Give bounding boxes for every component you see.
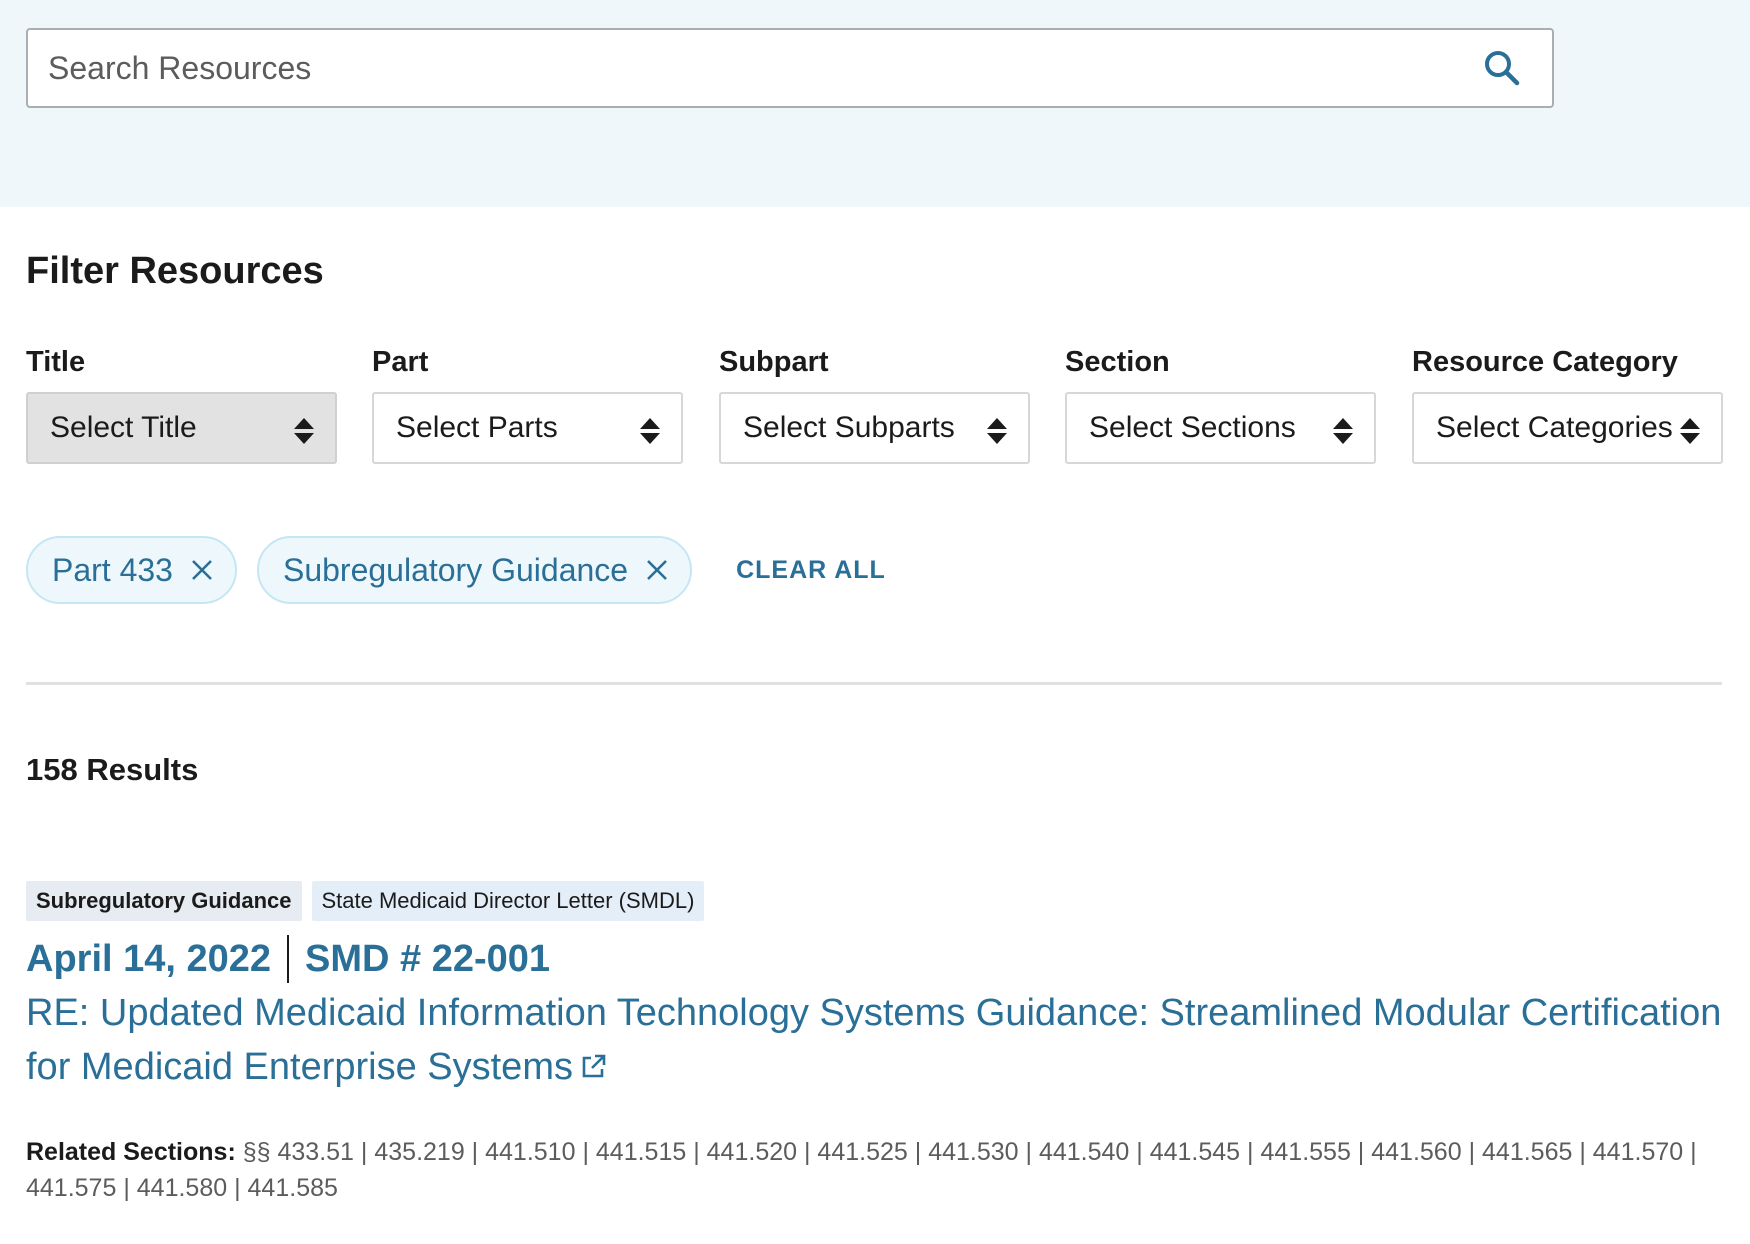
search-band <box>0 0 1750 207</box>
related-section-link[interactable]: 441.565 <box>1482 1138 1572 1166</box>
subpart-select[interactable]: Select Subparts <box>719 392 1030 464</box>
title-select[interactable]: Select Title <box>26 392 337 464</box>
section-separator: | <box>116 1174 137 1202</box>
related-section-link[interactable]: 441.530 <box>928 1138 1018 1166</box>
sort-arrows-icon <box>640 418 660 444</box>
related-section-link[interactable]: 441.580 <box>137 1174 227 1202</box>
related-section-link[interactable]: 441.515 <box>596 1138 686 1166</box>
heading-separator <box>287 935 290 983</box>
close-icon[interactable] <box>191 559 213 581</box>
search-input[interactable] <box>48 30 1448 106</box>
result-doc-id: SMD # 22-001 <box>305 937 551 980</box>
search-icon[interactable] <box>1482 48 1522 88</box>
result-title-link[interactable]: RE: Updated Medicaid Information Technol… <box>26 986 1726 1094</box>
related-section-link[interactable]: 441.510 <box>485 1138 575 1166</box>
chip-label: Part 433 <box>52 551 173 588</box>
category-tag: Subregulatory Guidance <box>26 881 302 921</box>
filter-title: Title Select Title <box>26 346 337 464</box>
filter-heading: Filter Resources <box>26 250 324 292</box>
chip-label: Subregulatory Guidance <box>282 551 629 588</box>
section-separator: | <box>1461 1138 1483 1166</box>
clear-all-button[interactable]: CLEAR ALL <box>736 556 886 585</box>
search-box[interactable] <box>26 28 1554 108</box>
filter-chip-category[interactable]: Subregulatory Guidance <box>256 536 693 604</box>
related-sections-list: 433.51 | 435.219 | 441.510 | 441.515 | 4… <box>26 1138 1697 1202</box>
subcategory-tag: State Medicaid Director Letter (SMDL) <box>311 881 705 921</box>
section-separator: | <box>907 1138 929 1166</box>
external-link-icon <box>582 1054 606 1078</box>
results-count: 158 Results <box>26 752 199 787</box>
related-sections: Related Sections: §§ 433.51 | 435.219 | … <box>26 1134 1726 1206</box>
section-separator: | <box>227 1174 248 1202</box>
section-separator: | <box>1572 1138 1593 1166</box>
sort-arrows-icon <box>1333 418 1353 444</box>
section-separator: | <box>1683 1138 1697 1166</box>
sort-arrows-icon <box>294 418 314 444</box>
category-select[interactable]: Select Categories <box>1412 392 1723 464</box>
related-section-link[interactable]: 441.555 <box>1260 1138 1350 1166</box>
sort-arrows-icon <box>987 418 1007 444</box>
filter-section: Section Select Sections <box>1065 346 1376 464</box>
related-section-link[interactable]: 435.219 <box>374 1138 464 1166</box>
filter-chip-part[interactable]: Part 433 <box>26 536 237 604</box>
related-section-link[interactable]: 441.575 <box>26 1174 116 1202</box>
section-separator: | <box>1129 1138 1150 1166</box>
active-filter-chips: Part 433 Subregulatory Guidance CLEAR AL… <box>26 536 886 604</box>
related-sections-label: Related Sections: <box>26 1138 236 1166</box>
section-separator: | <box>353 1138 375 1166</box>
subpart-select-value: Select Subparts <box>743 411 955 444</box>
section-separator: | <box>686 1138 707 1166</box>
related-section-link[interactable]: 433.51 <box>278 1138 354 1166</box>
related-section-link[interactable]: 441.560 <box>1371 1138 1461 1166</box>
divider <box>26 682 1722 685</box>
section-separator: | <box>1018 1138 1039 1166</box>
section-separator: | <box>464 1138 486 1166</box>
part-select-value: Select Parts <box>396 411 558 444</box>
section-separator: | <box>1240 1138 1261 1166</box>
section-separator: | <box>797 1138 818 1166</box>
related-section-link[interactable]: 441.570 <box>1593 1138 1683 1166</box>
related-section-link[interactable]: 441.545 <box>1150 1138 1240 1166</box>
filter-label-subpart: Subpart <box>719 346 829 378</box>
related-sections-prefix: §§ <box>242 1138 271 1166</box>
section-select-value: Select Sections <box>1089 411 1296 444</box>
result-date: April 14, 2022 <box>26 937 272 980</box>
section-separator: | <box>575 1138 596 1166</box>
section-separator: | <box>1350 1138 1372 1166</box>
result-tags: Subregulatory Guidance State Medicaid Di… <box>26 881 714 921</box>
related-section-link[interactable]: 441.585 <box>248 1174 338 1202</box>
related-section-link[interactable]: 441.525 <box>817 1138 907 1166</box>
sort-arrows-icon <box>1680 418 1700 444</box>
close-icon[interactable] <box>646 559 668 581</box>
result-title: RE: Updated Medicaid Information Technol… <box>26 992 1722 1088</box>
filter-subpart: Subpart Select Subparts <box>719 346 1030 464</box>
title-select-value: Select Title <box>50 411 197 444</box>
filter-label-section: Section <box>1065 346 1170 378</box>
filter-label-title: Title <box>26 346 86 378</box>
related-section-link[interactable]: 441.540 <box>1039 1138 1129 1166</box>
result-heading: April 14, 2022 SMD # 22-001 <box>26 934 550 984</box>
filter-part: Part Select Parts <box>372 346 683 464</box>
category-select-value: Select Categories <box>1436 411 1673 444</box>
part-select[interactable]: Select Parts <box>372 392 683 464</box>
section-select[interactable]: Select Sections <box>1065 392 1376 464</box>
filter-label-part: Part <box>372 346 429 378</box>
filter-label-resource-category: Resource Category <box>1412 346 1678 378</box>
filter-resource-category: Resource Category Select Categories <box>1412 346 1723 464</box>
related-section-link[interactable]: 441.520 <box>707 1138 797 1166</box>
